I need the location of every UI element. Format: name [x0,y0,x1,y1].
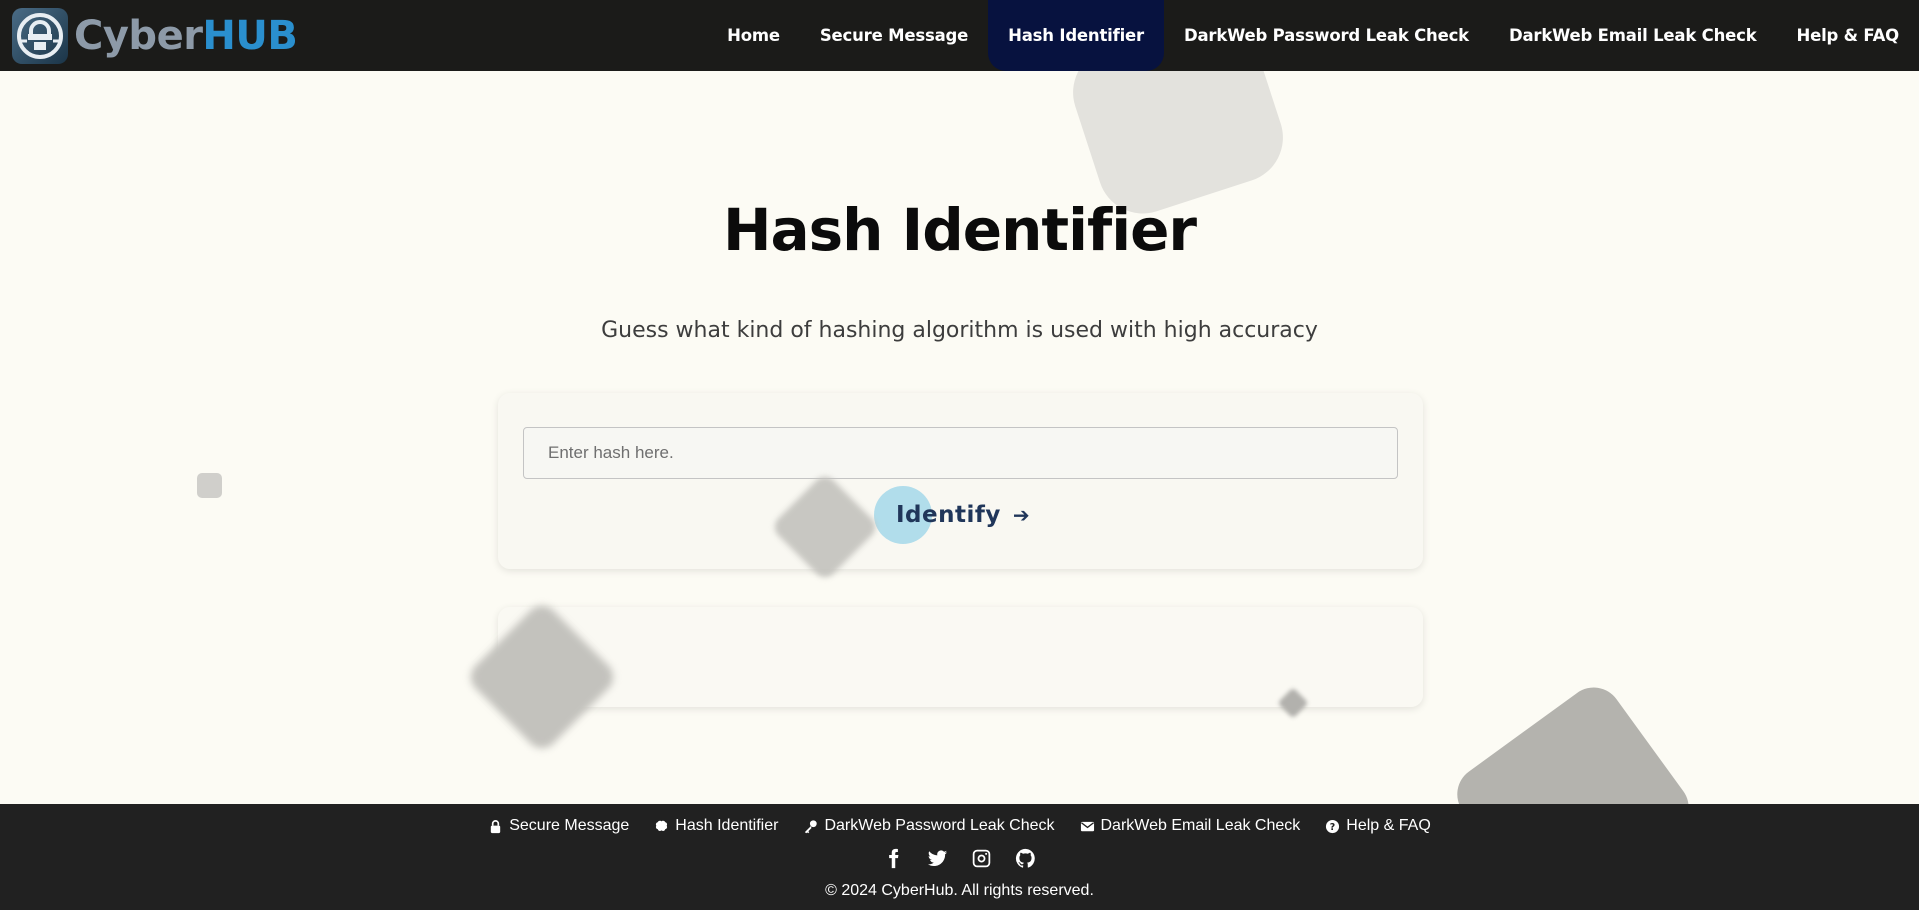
svg-text:?: ? [1330,821,1335,832]
instagram-icon[interactable] [971,847,993,869]
footer-link-label: Secure Message [509,817,630,834]
twitter-icon[interactable] [927,847,949,869]
nav-darkweb-password-leak-check[interactable]: DarkWeb Password Leak Check [1164,0,1489,71]
page-subtitle: Guess what kind of hashing algorithm is … [601,318,1318,343]
github-icon[interactable] [1015,847,1037,869]
main-nav: Home Secure Message Hash Identifier Dark… [707,0,1919,71]
footer-links: Secure Message Hash Identifier DarkWeb P… [0,817,1919,835]
nav-secure-message[interactable]: Secure Message [800,0,988,71]
envelope-icon [1080,821,1094,831]
brand-name-part2: HUB [202,13,298,59]
lock-shield-icon [12,8,68,64]
footer-link-darkweb-email-leak-check[interactable]: DarkWeb Email Leak Check [1080,817,1301,835]
arrow-right-icon: ➔ [1012,503,1030,527]
footer-link-hash-identifier[interactable]: Hash Identifier [654,817,778,835]
footer-link-label: DarkWeb Password Leak Check [824,817,1055,834]
brain-icon [656,820,668,831]
question-circle-icon: ? [1326,819,1340,833]
social-links [0,847,1919,869]
footer-link-darkweb-password-leak-check[interactable]: DarkWeb Password Leak Check [803,817,1055,835]
facebook-icon[interactable] [883,847,905,869]
hash-input-card: Identify ➔ [498,393,1423,569]
nav-hash-identifier[interactable]: Hash Identifier [988,0,1164,71]
nav-help-faq[interactable]: Help & FAQ [1776,0,1919,71]
nav-darkweb-email-leak-check[interactable]: DarkWeb Email Leak Check [1489,0,1777,71]
nav-home[interactable]: Home [707,0,800,71]
footer-link-label: DarkWeb Email Leak Check [1100,817,1301,834]
brand-name: CyberHUB [74,13,298,59]
copyright: © 2024 CyberHub. All rights reserved. [825,882,1094,899]
decorative-shape [197,473,222,498]
footer-link-help-faq[interactable]: ? Help & FAQ [1325,817,1431,835]
brand-name-part1: Cyber [74,13,203,59]
footer: Secure Message Hash Identifier DarkWeb P… [0,804,1919,910]
footer-link-label: Hash Identifier [675,817,779,834]
identify-button[interactable]: Identify ➔ [874,485,1030,545]
lock-icon [491,819,501,833]
footer-link-label: Help & FAQ [1346,817,1431,834]
result-panel [498,607,1423,707]
identify-button-label: Identify [896,502,1001,528]
footer-link-secure-message[interactable]: Secure Message [488,817,629,835]
hash-input[interactable] [523,427,1398,479]
brand-logo[interactable]: CyberHUB [12,8,298,64]
page-title: Hash Identifier [722,196,1197,264]
key-icon [805,819,818,833]
top-navbar: CyberHUB Home Secure Message Hash Identi… [0,0,1919,71]
